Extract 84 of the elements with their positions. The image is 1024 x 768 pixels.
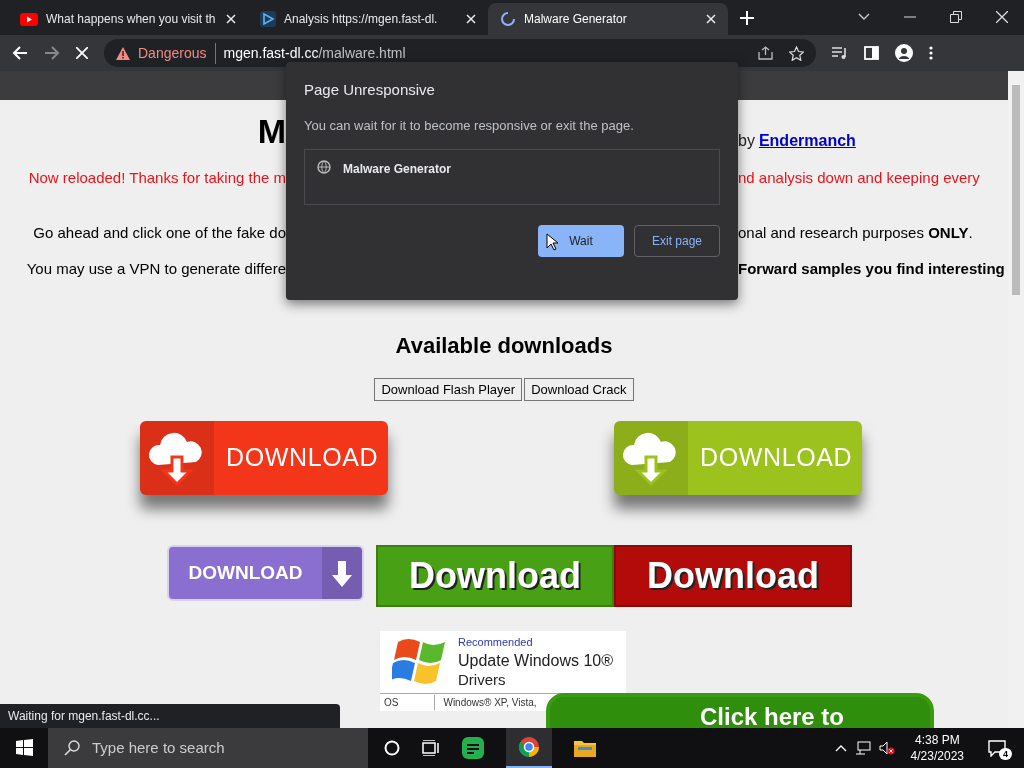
cta-button[interactable]: Click here to: [546, 693, 934, 728]
banner-label: DOWNLOAD: [226, 442, 379, 474]
chrome-taskbar-icon[interactable]: [506, 728, 552, 768]
folder-icon[interactable]: [574, 739, 596, 757]
stop-loading-icon[interactable]: [76, 47, 88, 59]
forward-arrow-icon[interactable]: [44, 45, 60, 61]
close-icon[interactable]: [466, 14, 476, 24]
chevron-down-icon[interactable]: [858, 13, 870, 21]
badge-label: DOWNLOAD: [187, 560, 304, 585]
ad-title: Update Windows 10®: [458, 650, 613, 671]
browser-tab[interactable]: What happens when you visit th: [8, 3, 248, 35]
os-value: Windows® XP, Vista,: [434, 695, 537, 710]
os-label: OS: [383, 696, 400, 710]
url-text: mgen.fast-dl.cc/malware.html: [223, 43, 406, 63]
description-text: Now reloaded! Thanks for taking the m: [27, 168, 286, 188]
back-arrow-icon[interactable]: [12, 45, 28, 61]
cloud-download-icon: [140, 421, 214, 495]
download-badge[interactable]: DOWNLOAD: [167, 545, 364, 601]
new-tab-icon[interactable]: [740, 11, 754, 25]
description-text: You may use a VPN to generate differe: [25, 259, 286, 279]
network-icon[interactable]: [854, 741, 871, 755]
close-icon[interactable]: [706, 14, 716, 24]
page-title: M: [256, 111, 286, 152]
menu-icon[interactable]: [929, 46, 933, 60]
close-icon[interactable]: [226, 14, 236, 24]
share-icon[interactable]: [758, 46, 773, 60]
browser-tab[interactable]: Analysis https://mgen.fast-dl.: [248, 3, 488, 35]
search-icon: [64, 740, 80, 756]
clock-date[interactable]: 4/23/2023: [910, 748, 964, 764]
notification-center[interactable]: 4: [988, 736, 1012, 760]
circle-icon[interactable]: [384, 740, 400, 756]
banner-label: DOWNLOAD: [700, 442, 853, 474]
search-placeholder: Type here to search: [92, 737, 225, 758]
notes-app-icon[interactable]: [462, 737, 484, 759]
muted-speaker-icon[interactable]: [878, 741, 895, 755]
star-icon[interactable]: [789, 45, 804, 61]
dialog-button[interactable]: Exit page: [634, 225, 720, 257]
warning-icon: [116, 46, 130, 60]
address-bar[interactable]: Dangerous mgen.fast-dl.cc/malware.html: [104, 39, 816, 67]
security-warning: Dangerous: [138, 42, 216, 64]
dialog-button[interactable]: Wait: [538, 225, 624, 257]
cloud-download-icon: [614, 421, 688, 495]
mouse-cursor-icon: [546, 233, 558, 251]
download-button[interactable]: Download Flash Player: [374, 377, 523, 401]
page-list-item[interactable]: Malware Generator: [304, 149, 720, 205]
profile-icon[interactable]: [895, 44, 913, 62]
page-name: Malware Generator: [343, 161, 452, 178]
author-link[interactable]: Endermanch: [758, 129, 856, 153]
chevron-up-icon[interactable]: [834, 744, 847, 752]
loading-spinner-icon: [500, 11, 516, 27]
dialog-title: Page Unresponsive: [304, 80, 436, 100]
task-view-icon[interactable]: [422, 740, 440, 756]
clock-time[interactable]: 4:38 PM: [914, 732, 960, 748]
description-text: onal and research purposes ONLY.: [738, 222, 974, 243]
badge-label: Download: [409, 554, 581, 598]
browser-tab[interactable]: Malware Generator: [488, 3, 728, 35]
play-logo-icon: [260, 11, 276, 27]
video-logo-icon: [20, 12, 38, 26]
badge-label: Download: [647, 554, 819, 598]
tab-title: Malware Generator: [524, 11, 628, 28]
description-text: nd analysis down and keeping every: [738, 168, 981, 188]
driver-ad[interactable]: Recommended Update Windows 10® Drivers: [380, 631, 626, 693]
tab-title: Analysis https://mgen.fast-dl.: [284, 11, 439, 28]
browser-logo-icon: [518, 736, 540, 758]
dialog-message: You can wait for it to become responsive or exit the page.: [304, 116, 635, 135]
description-text: Forward samples you find interesting: [738, 259, 1006, 279]
byline-text: by: [738, 131, 755, 151]
status-bubble: Waiting for mgen.fast-dl.cc...: [0, 704, 340, 728]
speech-bubble-icon: [988, 739, 1006, 757]
description-text: Go ahead and click one of the fake do: [32, 222, 286, 243]
taskbar-search-field[interactable]: Type here to search: [48, 728, 368, 768]
tab-title: What happens when you visit th: [46, 11, 217, 28]
close-window-icon[interactable]: [996, 11, 1008, 23]
side-panel-icon[interactable]: [864, 46, 879, 60]
download-badge[interactable]: Download: [614, 545, 852, 607]
globe-icon: [317, 160, 331, 174]
download-button[interactable]: Download Crack: [524, 377, 634, 401]
ad-subtitle: Drivers: [458, 670, 507, 690]
restore-icon[interactable]: [950, 11, 962, 23]
notification-count: 4: [999, 748, 1012, 760]
download-banner[interactable]: DOWNLOAD: [140, 421, 388, 495]
section-heading: Available downloads: [395, 331, 613, 360]
ad-tag: Recommended: [458, 634, 613, 651]
media-queue-icon[interactable]: [832, 46, 848, 60]
